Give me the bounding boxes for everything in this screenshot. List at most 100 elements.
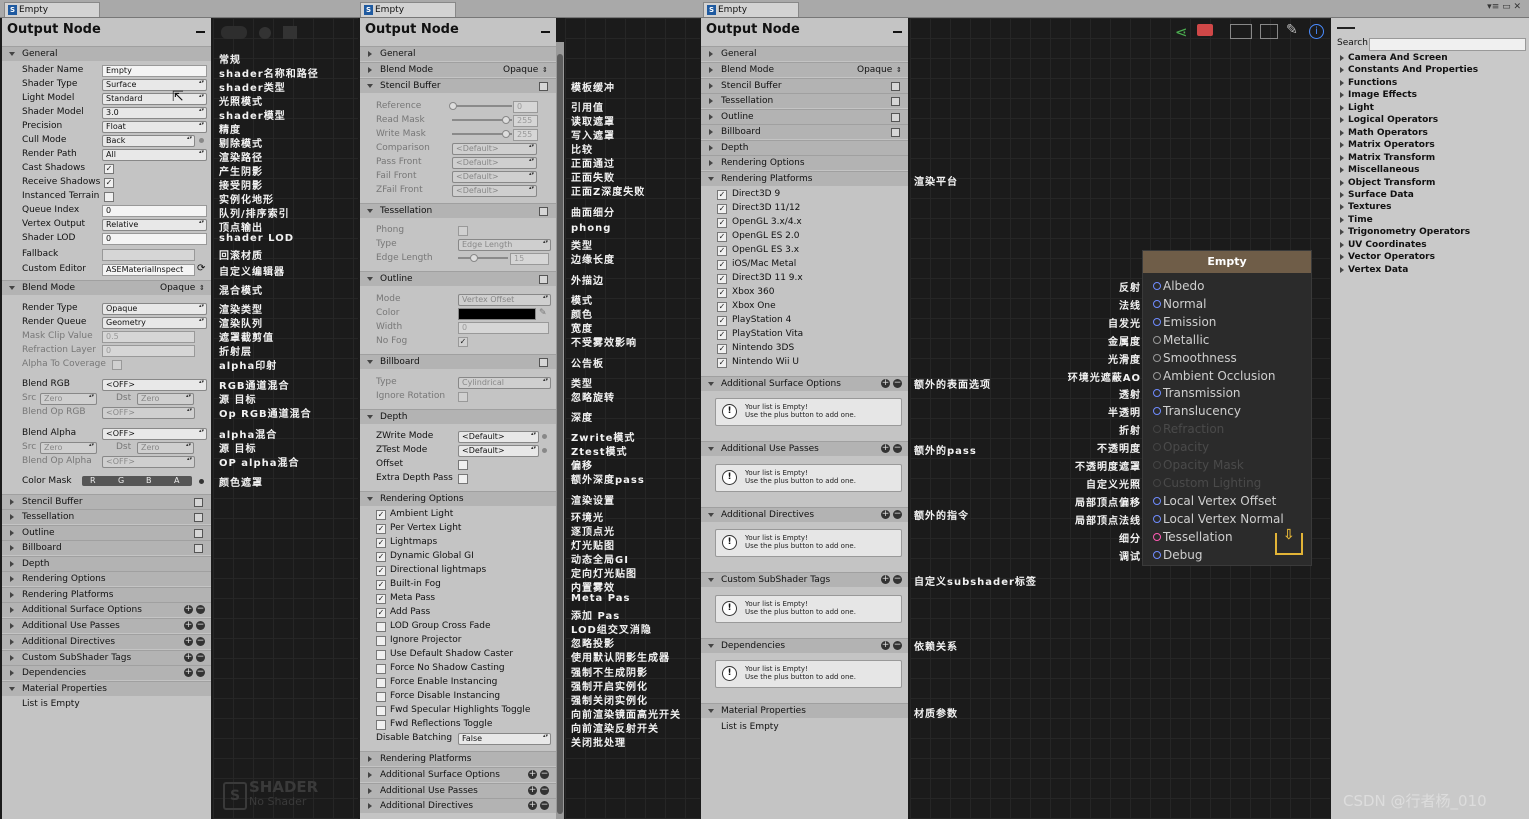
custom-editor-field[interactable]: ASEMaterialInspect — [102, 264, 195, 276]
info-icon[interactable]: i — [1309, 24, 1324, 39]
minimize-icon[interactable] — [196, 31, 205, 33]
fit-view-icon[interactable] — [1230, 24, 1252, 39]
node-port-translucency[interactable]: Translucency — [1153, 402, 1241, 420]
zfail-front-dropdown[interactable]: <Default> — [452, 185, 537, 197]
fallback-field[interactable] — [102, 249, 195, 261]
remove-icon[interactable]: − — [196, 653, 205, 662]
section-additional-directives[interactable]: Additional Directives + − — [701, 507, 908, 522]
blend-mode-dropdown[interactable]: Opaque — [857, 63, 892, 77]
add-icon[interactable]: + — [881, 379, 890, 388]
platform-checkbox[interactable]: ✓ — [717, 358, 727, 368]
palette-category[interactable]: Object Transform — [1339, 178, 1435, 188]
outline-color-swatch[interactable] — [458, 308, 536, 320]
outline-mode-dropdown[interactable]: Vertex Offset — [458, 294, 551, 306]
blend-op-alpha-dropdown[interactable]: <OFF> — [102, 456, 195, 468]
palette-category[interactable]: Matrix Transform — [1339, 153, 1435, 163]
vertex-output-dropdown[interactable]: Relative — [102, 219, 207, 231]
section-blend-mode[interactable]: Blend Mode Opaque ⇕ — [701, 62, 908, 77]
section-depth[interactable]: Depth — [360, 409, 556, 424]
slider-handle[interactable] — [470, 254, 478, 262]
rendering-option-checkbox[interactable]: ✓ — [376, 580, 386, 590]
rendering-option-checkbox[interactable]: ✓ — [376, 538, 386, 548]
rendering-option-checkbox[interactable] — [376, 720, 386, 730]
section-depth[interactable]: Depth — [2, 556, 211, 571]
remove-icon[interactable]: − — [540, 786, 549, 795]
node-port-tessellation[interactable]: Tessellation — [1153, 528, 1233, 546]
rendering-option-checkbox[interactable] — [376, 622, 386, 632]
palette-category[interactable]: Miscellaneous — [1340, 165, 1420, 175]
platform-checkbox[interactable]: ✓ — [717, 330, 727, 340]
add-icon[interactable]: + — [528, 786, 537, 795]
add-icon[interactable]: + — [184, 621, 193, 630]
mask-g-toggle[interactable]: G — [118, 476, 124, 486]
section-outline[interactable]: Outline — [360, 271, 556, 286]
refraction-layer-field[interactable]: 0 — [102, 345, 195, 357]
platform-checkbox[interactable]: ✓ — [717, 260, 727, 270]
port-socket-icon[interactable] — [1153, 478, 1161, 487]
cull-mode-dropdown[interactable]: Back — [102, 135, 195, 147]
remove-icon[interactable]: − — [540, 801, 549, 810]
section-billboard[interactable]: Billboard — [360, 354, 556, 369]
no-fog-checkbox[interactable]: ✓ — [458, 337, 468, 347]
node-port-ambient-occlusion[interactable]: Ambient Occlusion — [1153, 367, 1275, 385]
comparison-dropdown[interactable]: <Default> — [452, 143, 537, 155]
instanced-terrain-checkbox[interactable] — [104, 192, 114, 202]
dst-dropdown[interactable]: Zero — [137, 442, 194, 454]
remove-icon[interactable]: − — [196, 668, 205, 677]
rendering-option-checkbox[interactable] — [376, 650, 386, 660]
palette-category[interactable]: Matrix Operators — [1340, 140, 1435, 150]
port-socket-icon[interactable] — [1153, 496, 1161, 505]
slider-handle[interactable] — [502, 116, 510, 124]
palette-category[interactable]: Math Operators — [1340, 128, 1428, 138]
blend-mode-dropdown[interactable]: Opaque — [503, 63, 538, 77]
tess-type-dropdown[interactable]: Edge Length — [458, 239, 551, 251]
edge-length-slider[interactable] — [458, 257, 508, 259]
platform-checkbox[interactable]: ✓ — [717, 302, 727, 312]
platform-checkbox[interactable]: ✓ — [717, 218, 727, 228]
mask-b-toggle[interactable]: B — [146, 476, 152, 486]
palette-category[interactable]: Vertex Data — [1339, 265, 1408, 275]
shader-name-field[interactable]: Empty — [102, 65, 207, 77]
edge-length-field[interactable]: 15 — [510, 253, 549, 265]
option-dot-icon[interactable] — [542, 434, 547, 439]
node-port-emission[interactable]: Emission — [1153, 313, 1216, 331]
add-icon[interactable]: + — [881, 575, 890, 584]
remove-icon[interactable]: − — [893, 444, 902, 453]
toggle-checkbox[interactable] — [891, 128, 900, 137]
remove-icon[interactable]: − — [893, 510, 902, 519]
node-port-metallic[interactable]: Metallic — [1153, 331, 1209, 349]
platform-checkbox[interactable]: ✓ — [717, 344, 727, 354]
dst-dropdown[interactable]: Zero — [137, 393, 194, 405]
save-icon[interactable] — [283, 26, 297, 39]
node-port-debug[interactable]: Debug — [1153, 546, 1202, 564]
receive-shadows-checkbox[interactable]: ✓ — [104, 178, 114, 188]
node-port-albedo[interactable]: Albedo — [1153, 277, 1205, 295]
node-port-custom-lighting[interactable]: Custom Lighting — [1153, 474, 1261, 492]
section-rendering-options[interactable]: Rendering Options — [360, 491, 556, 506]
shader-lod-field[interactable]: 0 — [102, 233, 207, 245]
phong-checkbox[interactable] — [458, 226, 468, 236]
section-additional-surface-options[interactable]: Additional Surface Options + − — [701, 376, 908, 391]
toggle-checkbox[interactable] — [891, 82, 900, 91]
remove-icon[interactable]: − — [540, 770, 549, 779]
toggle-checkbox[interactable] — [539, 82, 548, 91]
render-path-dropdown[interactable]: All — [102, 149, 207, 161]
toggle-checkbox[interactable] — [194, 544, 203, 553]
toggle-checkbox[interactable] — [194, 529, 203, 538]
toggle-checkbox[interactable] — [194, 513, 203, 522]
add-icon[interactable]: + — [184, 605, 193, 614]
rendering-option-checkbox[interactable]: ✓ — [376, 608, 386, 618]
alpha-to-coverage-checkbox[interactable] — [112, 360, 122, 370]
node-port-local-vertex-offset[interactable]: Local Vertex Offset — [1153, 492, 1276, 510]
palette-category[interactable]: Vector Operators — [1340, 252, 1435, 262]
remove-icon[interactable]: − — [196, 637, 205, 646]
port-socket-icon[interactable] — [1153, 299, 1161, 308]
remove-icon[interactable]: − — [893, 575, 902, 584]
section-additional-directives[interactable]: Additional Directives + − — [360, 798, 556, 813]
add-icon[interactable]: + — [881, 641, 890, 650]
section-blend-mode[interactable]: Blend Mode Opaque ⇕ — [2, 280, 211, 295]
circle-icon[interactable] — [259, 27, 271, 39]
palette-category[interactable]: Constants And Properties — [1339, 65, 1478, 75]
node-port-smoothness[interactable]: Smoothness — [1153, 349, 1237, 367]
graph-canvas-1[interactable]: 常规 shader名称和路径 shader类型 光照模式 shader模型 精度 剔除模式渲… — [213, 18, 358, 819]
